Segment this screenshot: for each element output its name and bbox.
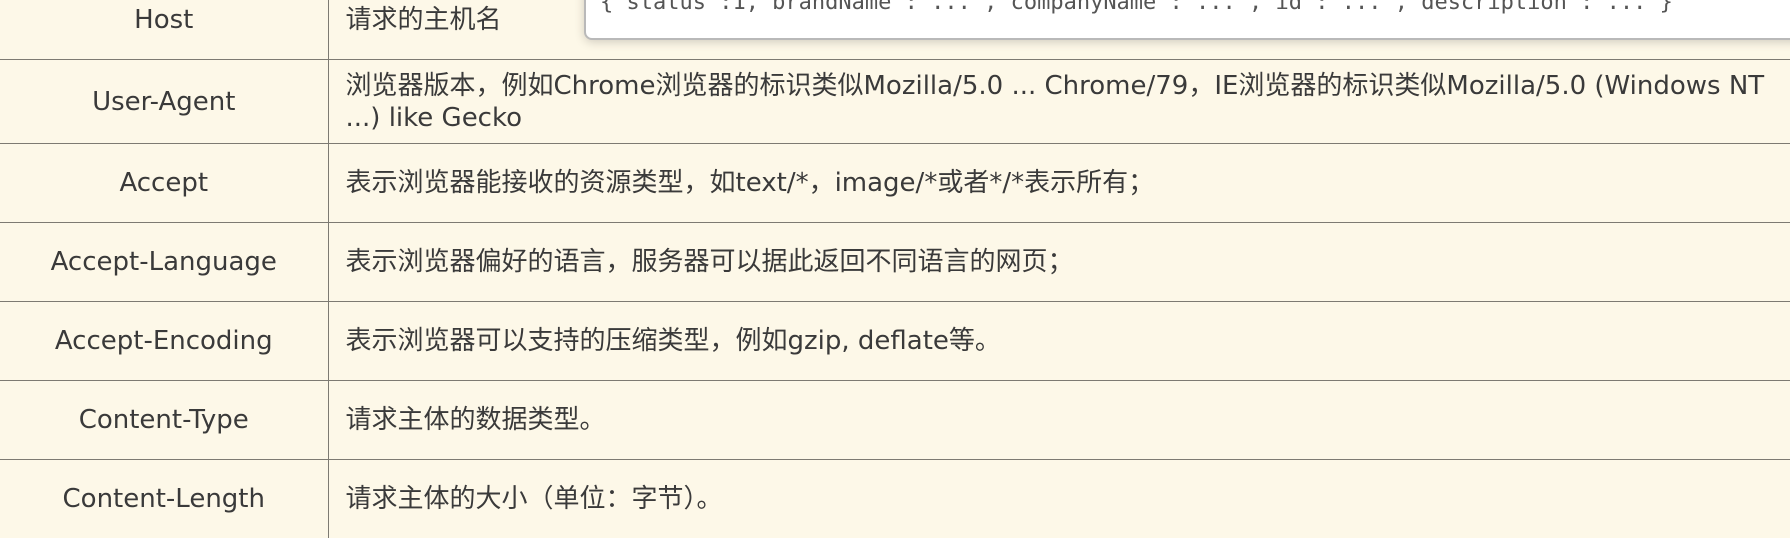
http-request-headers-table: Host 请求的主机名 User-Agent 浏览器版本，例如Chrome浏览器… [0,0,1790,538]
header-name: User-Agent [0,59,329,144]
json-tooltip-text: {"status":1,"brandName":"...","companyNa… [600,0,1673,15]
table-row: User-Agent 浏览器版本，例如Chrome浏览器的标识类似Mozilla… [0,59,1790,144]
table-row: Accept 表示浏览器能接收的资源类型，如text/*，image/*或者*/… [0,143,1790,223]
header-name: Accept-Language [0,222,329,302]
header-description: 表示浏览器能接收的资源类型，如text/*，image/*或者*/*表示所有； [327,143,1790,223]
table-row: Content-Length 请求主体的大小（单位：字节）。 [0,459,1790,538]
table-row: Content-Type 请求主体的数据类型。 [0,380,1790,460]
header-name: Host [0,0,329,60]
table-row: Accept-Language 表示浏览器偏好的语言，服务器可以据此返回不同语言… [0,222,1790,302]
header-description: 请求主体的数据类型。 [327,380,1790,460]
header-description: 表示浏览器偏好的语言，服务器可以据此返回不同语言的网页； [327,222,1790,302]
header-description: 表示浏览器可以支持的压缩类型，例如gzip, deflate等。 [327,301,1790,381]
header-name: Content-Type [0,380,329,460]
json-tooltip-popup: {"status":1,"brandName":"...","companyNa… [584,0,1790,40]
slide: Host 请求的主机名 User-Agent 浏览器版本，例如Chrome浏览器… [0,0,1790,538]
header-name: Accept [0,143,329,223]
header-name: Accept-Encoding [0,301,329,381]
table-row: Accept-Encoding 表示浏览器可以支持的压缩类型，例如gzip, d… [0,301,1790,381]
http-request-headers-table-wrapper: Host 请求的主机名 User-Agent 浏览器版本，例如Chrome浏览器… [0,0,1790,538]
header-name: Content-Length [0,459,329,538]
header-description: 请求主体的大小（单位：字节）。 [327,459,1790,538]
header-description: 浏览器版本，例如Chrome浏览器的标识类似Mozilla/5.0 ... Ch… [327,59,1790,144]
